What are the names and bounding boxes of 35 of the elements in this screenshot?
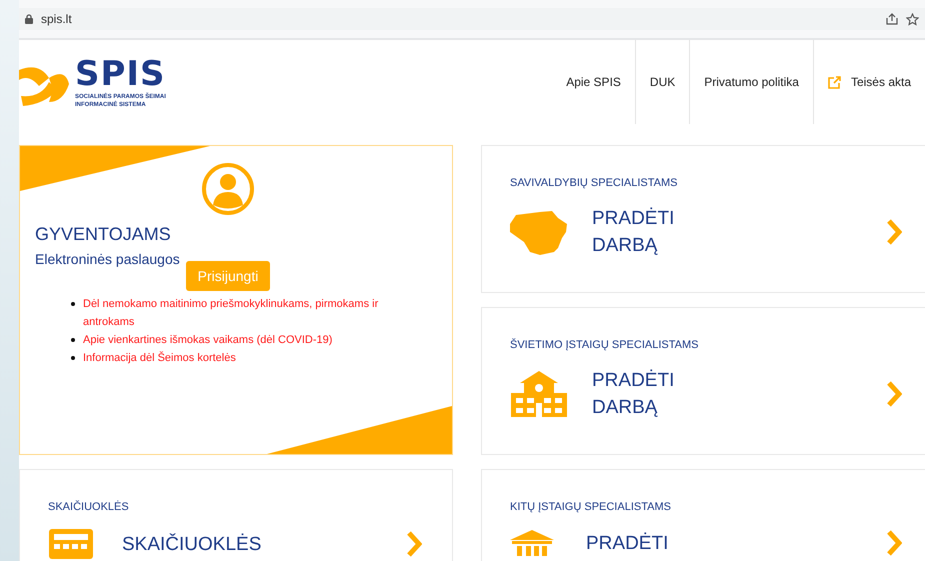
star-icon[interactable]: [906, 12, 919, 26]
logo-wordmark: SPIS: [75, 55, 166, 93]
bullet-icon: [71, 338, 75, 342]
nav-link[interactable]: DUK: [634, 40, 690, 124]
bullet-icon: [71, 302, 75, 306]
info-link[interactable]: Informacija dėl Šeimos kortelės: [83, 349, 236, 367]
start-link[interactable]: PRADĖTI DARBĄ: [592, 367, 674, 421]
start-link[interactable]: PRADĖTI: [586, 530, 668, 556]
start-link[interactable]: PRADĖTI DARBĄ: [592, 205, 674, 259]
chevron-right-icon[interactable]: [886, 218, 902, 246]
lock-icon: [25, 14, 33, 24]
columns-building-icon: [510, 530, 554, 556]
card-heading: KITŲ ĮSTAIGŲ SPECIALISTAMS: [510, 501, 672, 513]
nav-link[interactable]: Apie SPIS: [552, 40, 635, 124]
chevron-right-icon[interactable]: [886, 529, 902, 557]
section-title: GYVENTOJAMS: [35, 224, 172, 245]
school-icon: [510, 371, 568, 417]
card-heading: ŠVIETIMO ĮSTAIGŲ SPECIALISTAMS: [510, 339, 700, 351]
map-icon: [510, 208, 568, 256]
chevron-right-icon[interactable]: [886, 380, 902, 408]
card-heading: SKAIČIUOKLĖS: [48, 501, 130, 513]
start-link[interactable]: SKAIČIUOKLĖS: [122, 530, 262, 558]
url-text: spis.lt: [41, 12, 72, 26]
info-link[interactable]: Apie vienkartines išmokas vaikams (dėl COVID-19): [83, 331, 332, 349]
card-heading: SAVIVALDYBIŲ SPECIALISTAMS: [510, 177, 678, 189]
user-avatar-icon: [201, 162, 255, 216]
nav-link[interactable]: Privatumo politika: [689, 40, 813, 124]
info-link[interactable]: Dėl nemokamo maitinimo priešmokyklinukams, pirmokams ir antrokams: [83, 295, 431, 331]
chevron-right-icon[interactable]: [406, 530, 422, 558]
address-bar[interactable]: spis.lt: [19, 8, 925, 30]
share-icon[interactable]: [886, 13, 898, 25]
nav-link[interactable]: Teisės akta: [812, 40, 925, 124]
bullet-icon: [71, 356, 75, 360]
section-subtitle: Elektroninės paslaugos: [35, 251, 181, 267]
external-link-icon: [828, 76, 841, 88]
